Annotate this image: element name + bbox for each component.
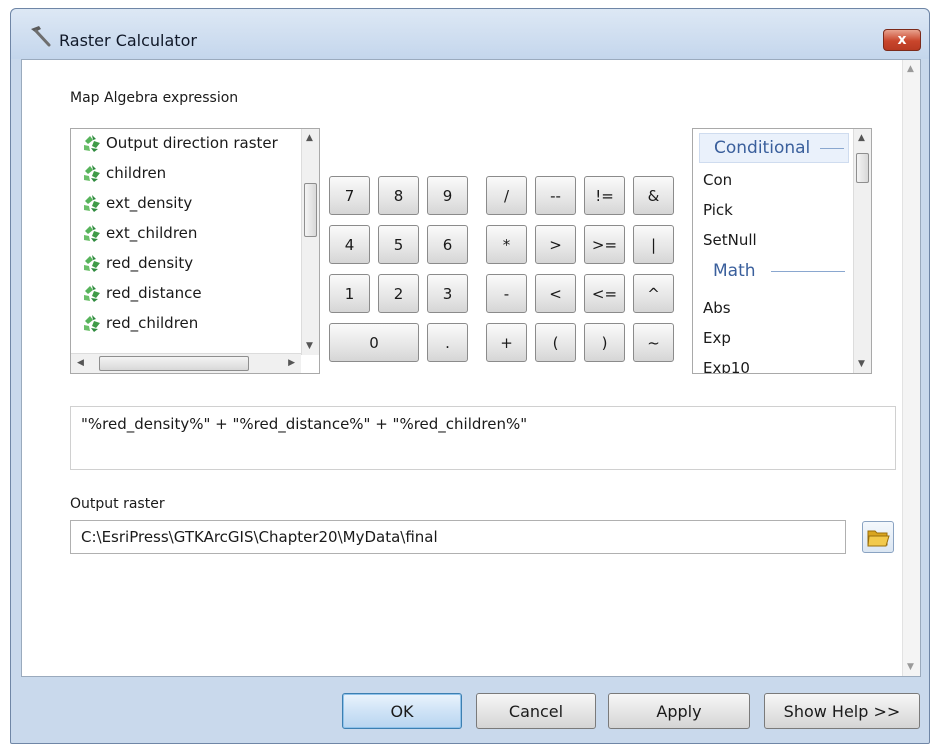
main-vertical-scrollbar[interactable]: ▲ ▼ [902, 60, 920, 676]
raster-calculator-window: Raster Calculator x ▲ ▼ Map Algebra expr… [10, 8, 930, 744]
raster-layer-icon [84, 225, 100, 242]
functions-vertical-scrollbar[interactable]: ▲ ▼ [853, 129, 871, 373]
group-name: Conditional [714, 138, 811, 158]
show-help-button[interactable]: Show Help >> [764, 693, 920, 729]
raster-layer-icon [84, 195, 100, 212]
key-minus[interactable]: - [486, 274, 527, 313]
key-close-paren[interactable]: ) [584, 323, 625, 362]
scroll-down-icon[interactable]: ▼ [907, 662, 914, 672]
close-button[interactable]: x [883, 29, 921, 51]
window-title: Raster Calculator [59, 31, 197, 50]
group-divider [820, 148, 844, 149]
scroll-thumb[interactable] [99, 356, 249, 371]
layer-name: ext_children [106, 224, 198, 242]
map-algebra-label: Map Algebra expression [70, 90, 239, 106]
group-divider [771, 271, 845, 272]
key-decimal[interactable]: . [427, 323, 468, 362]
scroll-left-icon[interactable]: ◀ [77, 358, 84, 368]
key-greater[interactable]: > [535, 225, 576, 264]
key-plus[interactable]: + [486, 323, 527, 362]
function-item-abs[interactable]: Abs [703, 299, 731, 317]
list-item[interactable]: children [81, 161, 166, 185]
scroll-right-icon[interactable]: ▶ [288, 358, 295, 368]
scroll-thumb[interactable] [304, 183, 317, 237]
key-7[interactable]: 7 [329, 176, 370, 215]
list-item[interactable]: ext_children [81, 221, 197, 245]
key-or[interactable]: | [633, 225, 674, 264]
raster-layer-icon [84, 315, 100, 332]
key-and[interactable]: & [633, 176, 674, 215]
key-xor[interactable]: ^ [633, 274, 674, 313]
key-greater-equal[interactable]: >= [584, 225, 625, 264]
expression-textbox[interactable]: "%red_density%" + "%red_distance%" + "%r… [70, 406, 896, 470]
layer-name: red_distance [106, 284, 202, 302]
key-not[interactable]: ~ [633, 323, 674, 362]
ok-button[interactable]: OK [342, 693, 462, 729]
function-item-con[interactable]: Con [703, 171, 732, 189]
output-raster-field[interactable]: C:\EsriPress\GTKArcGIS\Chapter20\MyData\… [70, 520, 846, 554]
layer-name: children [106, 164, 167, 182]
group-name: Math [713, 261, 756, 281]
layer-name: red_children [106, 314, 199, 332]
scroll-thumb[interactable] [856, 153, 869, 183]
scroll-up-icon[interactable]: ▲ [306, 133, 313, 143]
raster-layer-icon [84, 285, 100, 302]
key-multiply[interactable]: * [486, 225, 527, 264]
raster-layer-icon [84, 165, 100, 182]
list-item[interactable]: Output direction raster [81, 131, 278, 155]
raster-layer-icon [84, 255, 100, 272]
hammer-icon [31, 26, 51, 47]
group-header-conditional[interactable]: Conditional [699, 133, 849, 163]
layer-name: ext_density [106, 194, 193, 212]
key-4[interactable]: 4 [329, 225, 370, 264]
key-less-equal[interactable]: <= [584, 274, 625, 313]
apply-button[interactable]: Apply [608, 693, 750, 729]
function-item-setnull[interactable]: SetNull [703, 231, 757, 249]
cancel-button[interactable]: Cancel [476, 693, 596, 729]
layers-list[interactable]: Output direction raster children ext_den… [70, 128, 320, 374]
scroll-down-icon[interactable]: ▼ [858, 359, 865, 369]
layers-vertical-scrollbar[interactable]: ▲ ▼ [301, 129, 319, 355]
key-divide[interactable]: / [486, 176, 527, 215]
list-item[interactable]: red_density [81, 251, 193, 275]
key-2[interactable]: 2 [378, 274, 419, 313]
group-header-math[interactable]: Math [699, 257, 849, 287]
scroll-up-icon[interactable]: ▲ [907, 64, 914, 74]
layer-name: Output direction raster [106, 134, 278, 152]
title-bar[interactable]: Raster Calculator x [11, 9, 929, 59]
key-less[interactable]: < [535, 274, 576, 313]
function-item-exp10[interactable]: Exp10 [703, 359, 750, 373]
close-icon: x [897, 32, 907, 48]
function-item-pick[interactable]: Pick [703, 201, 733, 219]
browse-button[interactable] [862, 521, 894, 553]
key-3[interactable]: 3 [427, 274, 468, 313]
scroll-up-icon[interactable]: ▲ [858, 133, 865, 143]
folder-icon [867, 530, 890, 547]
key-6[interactable]: 6 [427, 225, 468, 264]
list-item[interactable]: red_distance [81, 281, 202, 305]
key-9[interactable]: 9 [427, 176, 468, 215]
dialog-content: ▲ ▼ Map Algebra expression Output direct… [21, 59, 921, 677]
layer-name: red_density [106, 254, 194, 272]
function-item-exp[interactable]: Exp [703, 329, 731, 347]
key-1[interactable]: 1 [329, 274, 370, 313]
scroll-down-icon[interactable]: ▼ [306, 341, 313, 351]
layers-horizontal-scrollbar[interactable]: ◀ ▶ [71, 353, 301, 373]
list-item[interactable]: red_children [81, 311, 198, 335]
list-item[interactable]: ext_density [81, 191, 192, 215]
output-raster-label: Output raster [70, 496, 165, 512]
key-5[interactable]: 5 [378, 225, 419, 264]
key-open-paren[interactable]: ( [535, 323, 576, 362]
key-not-equal[interactable]: != [584, 176, 625, 215]
key-equal[interactable]: -- [535, 176, 576, 215]
key-8[interactable]: 8 [378, 176, 419, 215]
raster-layer-icon [84, 135, 100, 152]
functions-list[interactable]: Conditional Con Pick SetNull Math Abs Ex… [692, 128, 872, 374]
key-0[interactable]: 0 [329, 323, 419, 362]
